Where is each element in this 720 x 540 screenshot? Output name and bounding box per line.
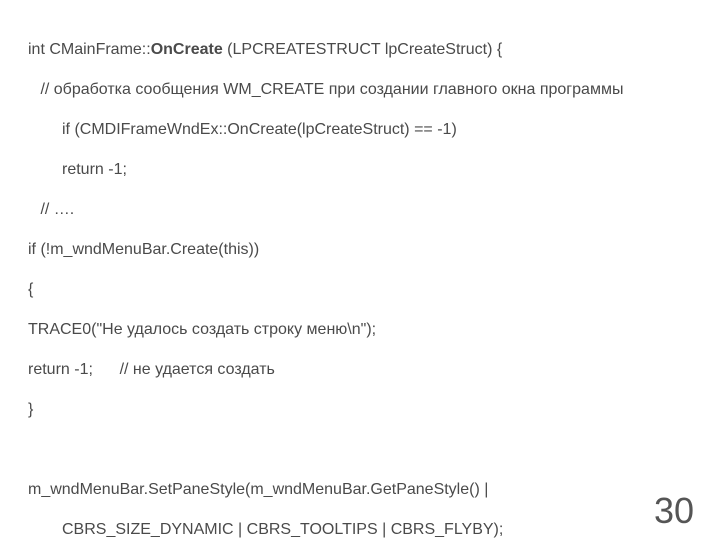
code-line: m_wndMenuBar.SetPaneStyle(m_wndMenuBar.G… [28,480,720,500]
code-line: TRACE0("Не удалось создать строку меню\n… [28,320,720,340]
code-line: if (CMDIFrameWndEx::OnCreate(lpCreateStr… [28,120,720,140]
method-name: OnCreate [151,41,223,58]
text: int CMainFrame:: [28,41,151,58]
code-line: int CMainFrame::OnCreate (LPCREATESTRUCT… [28,40,720,60]
code-line: } [28,400,720,420]
page-number: 30 [654,490,694,532]
text: (LPCREATESTRUCT lpCreateStruct) { [223,41,502,58]
code-block: int CMainFrame::OnCreate (LPCREATESTRUCT… [28,20,720,540]
code-line: return -1; // не удается создать [28,360,720,380]
code-line: { [28,280,720,300]
code-line: // обработка сообщения WM_CREATE при соз… [28,80,720,100]
code-line: if (!m_wndMenuBar.Create(this)) [28,240,720,260]
code-line: return -1; [28,160,720,180]
code-line: CBRS_SIZE_DYNAMIC | CBRS_TOOLTIPS | CBRS… [28,520,720,540]
slide: int CMainFrame::OnCreate (LPCREATESTRUCT… [0,0,720,540]
code-line: // …. [28,200,720,220]
